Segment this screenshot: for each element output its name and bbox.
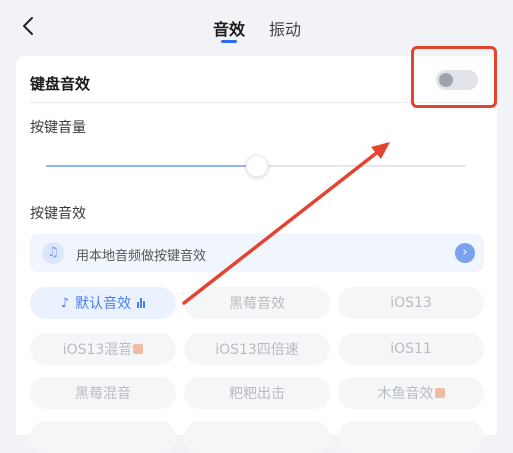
chip-label: iOS11 — [390, 341, 432, 357]
local-audio-label: 用本地音频做按键音效 — [76, 249, 207, 264]
annotation-highlight-box — [411, 46, 497, 108]
chip-label: 黑莓混音 — [75, 386, 131, 402]
music-note-icon: ♫ — [42, 242, 64, 264]
playing-bars-icon — [137, 298, 146, 308]
sound-chip-baba[interactable]: 粑粑出击 — [184, 377, 330, 409]
chevron-right-icon: › — [455, 243, 475, 263]
active-tab-indicator — [221, 40, 237, 43]
chevron-left-icon[interactable] — [18, 14, 40, 38]
sound-chip-ios13-mix[interactable]: iOS13混音 — [30, 333, 176, 365]
slider-fill — [46, 165, 258, 167]
volume-section-title: 按键音量 — [30, 120, 86, 136]
premium-badge-icon — [434, 388, 445, 398]
key-sound-section-title: 按键音效 — [30, 206, 86, 222]
chip-label: 粑粑出击 — [229, 386, 285, 402]
keyboard-sound-title: 键盘音效 — [30, 75, 91, 93]
chip-label: iOS13 — [390, 295, 432, 311]
local-audio-button[interactable]: ♫ 用本地音频做按键音效 › — [30, 234, 484, 272]
sound-chip-ios11[interactable]: iOS11 — [338, 333, 484, 365]
chip-label: 木鱼音效 — [377, 386, 434, 402]
chip-label: iOS13四倍速 — [215, 342, 299, 358]
tab-sound-effects[interactable]: 音效 — [213, 16, 245, 40]
premium-badge-icon — [133, 344, 144, 354]
slider-thumb[interactable] — [246, 155, 269, 177]
chip-label: iOS13混音 — [62, 342, 133, 358]
chip-label: 默认音效 — [75, 296, 132, 312]
volume-slider[interactable] — [46, 155, 466, 177]
sound-chip-ios13-4x[interactable]: iOS13四倍速 — [184, 333, 330, 365]
sound-chip-default[interactable]: ♪ 默认音效 — [30, 287, 176, 319]
music-note-icon: ♪ — [60, 295, 70, 311]
tab-vibration[interactable]: 振动 — [269, 16, 301, 40]
top-bar: 音效 振动 — [0, 0, 513, 52]
sound-chip-partial[interactable] — [30, 421, 176, 453]
chip-label: 黑莓音效 — [229, 296, 285, 312]
sound-chip-blackberry[interactable]: 黑莓音效 — [184, 287, 330, 319]
sound-chip-ios13[interactable]: iOS13 — [338, 287, 484, 319]
sound-chip-partial[interactable] — [184, 421, 330, 453]
sound-chip-wooden-fish[interactable]: 木鱼音效 — [338, 377, 484, 409]
sound-chip-blackberry-mix[interactable]: 黑莓混音 — [30, 377, 176, 409]
sound-chip-partial[interactable] — [338, 421, 484, 453]
